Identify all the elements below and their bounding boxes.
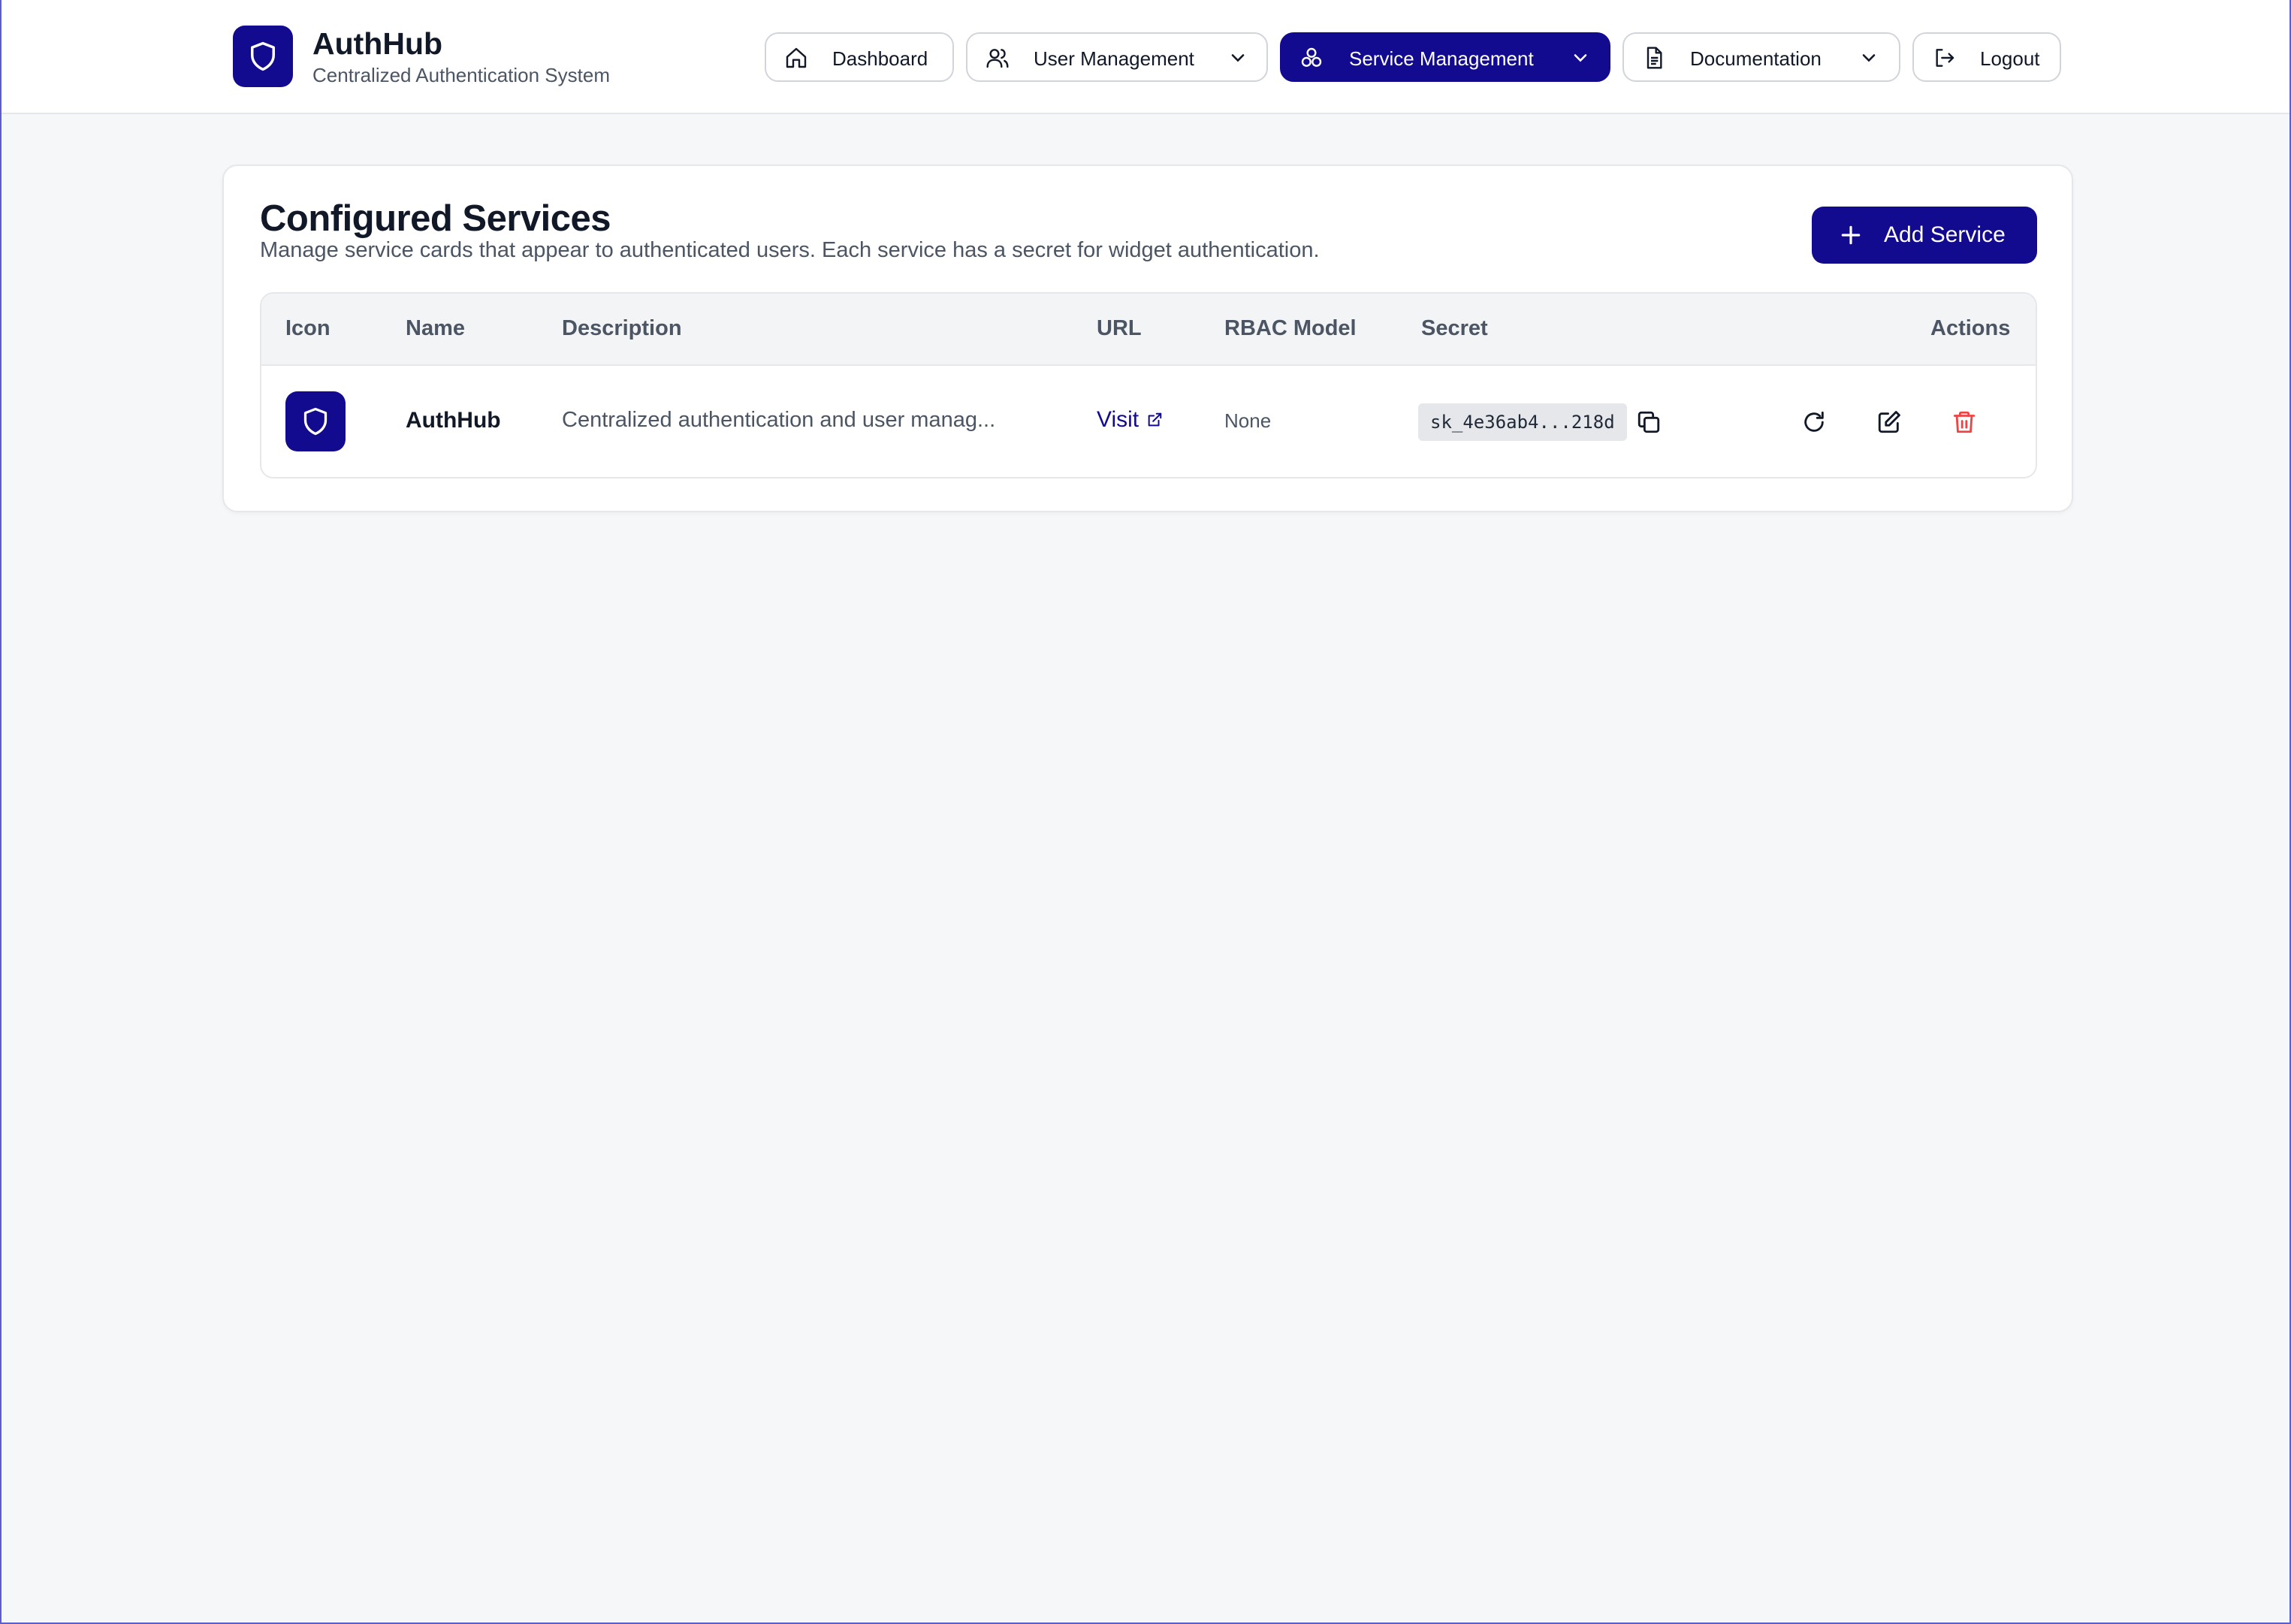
page-description: Manage service cards that appear to auth… xyxy=(260,238,1320,262)
add-service-button[interactable]: Add Service xyxy=(1812,207,2037,264)
plus-icon xyxy=(1841,225,1861,245)
column-header-url: URL xyxy=(1097,316,1142,340)
regenerate-secret-button[interactable] xyxy=(1795,403,1833,441)
nav-user-management-label: User Management xyxy=(1034,47,1194,70)
logout-icon xyxy=(1936,49,1954,67)
services-table: Icon Name Description URL RBAC Model Sec… xyxy=(260,292,2037,478)
logout-label: Logout xyxy=(1980,47,2040,70)
column-header-secret: Secret xyxy=(1421,316,1488,340)
refresh-icon xyxy=(1804,411,1824,432)
service-visit-label: Visit xyxy=(1097,407,1139,432)
copy-secret-button[interactable] xyxy=(1630,403,1668,441)
nav-user-management-button[interactable]: User Management xyxy=(966,32,1268,82)
copy-icon xyxy=(1638,411,1660,433)
nav-dashboard-label: Dashboard xyxy=(832,47,928,70)
logout-button[interactable]: Logout xyxy=(1912,32,2061,82)
column-header-actions: Actions xyxy=(1930,316,2011,340)
home-icon xyxy=(786,47,807,68)
app-title: AuthHub xyxy=(312,26,443,61)
external-link-icon xyxy=(1148,412,1162,427)
service-name: AuthHub xyxy=(406,408,501,433)
table-header: Icon Name Description URL RBAC Model Sec… xyxy=(261,294,2036,366)
table-row: AuthHub Centralized authentication and u… xyxy=(261,366,2036,477)
users-icon xyxy=(986,49,1009,68)
column-header-icon: Icon xyxy=(285,316,331,340)
service-secret: sk_4e36ab4...218d xyxy=(1418,403,1627,441)
top-navigation-bar: AuthHub Centralized Authentication Syste… xyxy=(2,0,2289,114)
configured-services-card: Configured Services Manage service cards… xyxy=(222,165,2073,512)
document-icon xyxy=(1647,47,1662,69)
nav-documentation-button[interactable]: Documentation xyxy=(1622,32,1900,82)
brand[interactable]: AuthHub Centralized Authentication Syste… xyxy=(233,26,610,87)
add-service-label: Add Service xyxy=(1884,222,2006,247)
column-header-rbac-model: RBAC Model xyxy=(1224,316,1357,340)
delete-service-button[interactable] xyxy=(1945,403,1983,441)
service-visit-link[interactable]: Visit xyxy=(1097,407,1163,433)
chevron-down-icon xyxy=(1862,54,1876,62)
page-title: Configured Services xyxy=(260,198,611,239)
edit-icon xyxy=(1878,411,1900,433)
chevron-down-icon xyxy=(1231,54,1245,62)
column-header-description: Description xyxy=(562,316,682,340)
service-rbac-model: None xyxy=(1224,409,1272,432)
nav-dashboard-button[interactable]: Dashboard xyxy=(765,32,954,82)
services-icon xyxy=(1301,47,1322,67)
app-subtitle: Centralized Authentication System xyxy=(312,64,610,86)
chevron-down-icon xyxy=(1574,54,1587,62)
service-description: Centralized authentication and user mana… xyxy=(562,408,996,432)
column-header-name: Name xyxy=(406,316,465,340)
delete-icon xyxy=(1953,411,1976,433)
edit-service-button[interactable] xyxy=(1870,403,1908,441)
nav-service-management-button[interactable]: Service Management xyxy=(1280,32,1610,82)
shield-icon xyxy=(285,391,346,451)
nav-documentation-label: Documentation xyxy=(1690,47,1822,70)
nav-service-management-label: Service Management xyxy=(1349,47,1534,70)
shield-icon xyxy=(233,26,293,87)
